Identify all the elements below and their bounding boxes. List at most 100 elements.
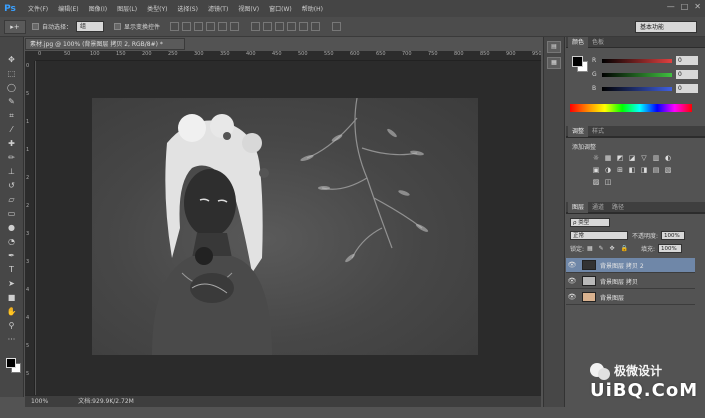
menu-window[interactable]: 窗口(W): [264, 4, 297, 13]
adjustment-icon[interactable]: ◩: [616, 154, 624, 162]
zoom-level[interactable]: 100%: [31, 396, 48, 407]
foreground-color-swatch[interactable]: [6, 358, 16, 368]
canvas-image[interactable]: [92, 98, 478, 355]
auto-select-checkbox[interactable]: [32, 23, 39, 30]
marquee-tool-icon[interactable]: ⬚: [5, 68, 19, 79]
auto-select-dropdown[interactable]: 组: [76, 21, 105, 32]
adjustment-icon[interactable]: ◪: [628, 154, 636, 162]
healing-brush-tool-icon[interactable]: ✚: [5, 138, 19, 149]
layer-thumbnail[interactable]: [582, 292, 596, 302]
close-button[interactable]: ✕: [694, 2, 701, 11]
align-vcenter-icon[interactable]: [182, 22, 192, 31]
eyedropper-tool-icon[interactable]: ⁄: [5, 124, 19, 135]
ruler-vertical[interactable]: 0 5 1 1 2 2 3 3 4 4 5 5: [25, 61, 35, 395]
align-hcenter-icon[interactable]: [218, 22, 228, 31]
move-tool-icon[interactable]: ✥: [5, 54, 19, 65]
tab-layers[interactable]: 图层: [568, 201, 589, 213]
adjustment-icon[interactable]: ▨: [592, 178, 600, 186]
path-selection-tool-icon[interactable]: ➤: [5, 278, 19, 289]
layer-filter-dropdown[interactable]: ρ 类型: [570, 218, 610, 227]
fill-field[interactable]: 100%: [657, 244, 682, 253]
eye-icon[interactable]: 👁: [566, 261, 578, 269]
align-left-icon[interactable]: [206, 22, 216, 31]
show-transform-checkbox[interactable]: [114, 23, 122, 30]
layer-name[interactable]: 背景图层 拷贝 2: [600, 261, 644, 270]
menu-filter[interactable]: 滤镜(T): [203, 4, 233, 13]
distribute-vcenter-icon[interactable]: [263, 22, 273, 31]
properties-panel-icon[interactable]: ▦: [547, 57, 561, 69]
menu-type[interactable]: 类型(Y): [142, 4, 172, 13]
red-slider[interactable]: [602, 58, 672, 63]
move-tool-preset-icon[interactable]: ▸+: [4, 19, 26, 34]
minimize-button[interactable]: —: [667, 2, 675, 11]
align-bottom-icon[interactable]: [194, 22, 204, 31]
menu-help[interactable]: 帮助(H): [297, 4, 328, 13]
adjustment-icon[interactable]: ◧: [628, 166, 636, 174]
adjustment-icon[interactable]: ▥: [652, 154, 660, 162]
adjustment-icon[interactable]: ◨: [640, 166, 648, 174]
distribute-right-icon[interactable]: [311, 22, 321, 31]
adjustment-icon[interactable]: ▦: [604, 154, 612, 162]
adjustment-icon[interactable]: ☼: [592, 154, 600, 162]
maximize-button[interactable]: □: [681, 2, 689, 11]
layer-row[interactable]: 👁 背景图层: [566, 290, 695, 305]
layer-name[interactable]: 背景图层: [600, 293, 624, 302]
workspace-switcher[interactable]: 基本功能: [635, 21, 697, 33]
menu-file[interactable]: 文件(F): [23, 4, 53, 13]
adjustment-icon[interactable]: ▣: [592, 166, 600, 174]
quick-select-tool-icon[interactable]: ✎: [5, 96, 19, 107]
adjustment-icon[interactable]: ▧: [664, 166, 672, 174]
blur-tool-icon[interactable]: ●: [5, 222, 19, 233]
adjustment-icon[interactable]: ⊞: [616, 166, 624, 174]
gradient-tool-icon[interactable]: ▭: [5, 208, 19, 219]
panel-foreground-swatch[interactable]: [572, 56, 583, 67]
align-right-icon[interactable]: [230, 22, 240, 31]
layer-name[interactable]: 背景图层 拷贝: [600, 277, 638, 286]
dodge-tool-icon[interactable]: ◔: [5, 236, 19, 247]
crop-tool-icon[interactable]: ⌗: [5, 110, 19, 121]
history-panel-icon[interactable]: ▤: [547, 41, 561, 53]
edit-toolbar-icon[interactable]: ···: [5, 334, 19, 345]
blue-value-field[interactable]: 0: [676, 84, 698, 93]
menu-edit[interactable]: 编辑(E): [53, 4, 83, 13]
tab-channels[interactable]: 通道: [588, 202, 608, 213]
layer-row[interactable]: 👁 背景图层 拷贝 2: [566, 258, 695, 273]
clone-stamp-tool-icon[interactable]: ⊥: [5, 166, 19, 177]
blue-slider[interactable]: [602, 86, 672, 91]
align-top-icon[interactable]: [170, 22, 180, 31]
tab-paths[interactable]: 路径: [608, 202, 628, 213]
blend-mode-dropdown[interactable]: 正常: [570, 231, 628, 240]
tab-styles[interactable]: 样式: [588, 126, 608, 137]
history-brush-tool-icon[interactable]: ↺: [5, 180, 19, 191]
distribute-bottom-icon[interactable]: [275, 22, 285, 31]
document-info[interactable]: 文档:929.9K/2.72M: [78, 396, 134, 407]
distribute-top-icon[interactable]: [251, 22, 261, 31]
opacity-field[interactable]: 100%: [661, 231, 686, 240]
tab-adjustments[interactable]: 调整: [568, 125, 589, 137]
pen-tool-icon[interactable]: ✒: [5, 250, 19, 261]
menu-select[interactable]: 选择(S): [172, 4, 203, 13]
adjustment-icon[interactable]: ▽: [640, 154, 648, 162]
hand-tool-icon[interactable]: ✋: [5, 306, 19, 317]
shape-tool-icon[interactable]: ■: [5, 292, 19, 303]
lasso-tool-icon[interactable]: ◯: [5, 82, 19, 93]
menu-image[interactable]: 图像(I): [84, 4, 112, 13]
layer-thumbnail[interactable]: [582, 260, 596, 270]
layer-thumbnail[interactable]: [582, 276, 596, 286]
eraser-tool-icon[interactable]: ▱: [5, 194, 19, 205]
tab-swatches[interactable]: 色板: [588, 37, 608, 48]
menu-view[interactable]: 视图(V): [233, 4, 264, 13]
auto-align-layers-icon[interactable]: [332, 22, 342, 31]
adjustment-icon[interactable]: ▤: [652, 166, 660, 174]
menu-layer[interactable]: 图层(L): [112, 4, 142, 13]
zoom-tool-icon[interactable]: ⚲: [5, 320, 19, 331]
type-tool-icon[interactable]: T: [5, 264, 19, 275]
tab-color[interactable]: 颜色: [568, 36, 589, 48]
adjustment-icon[interactable]: ◑: [604, 166, 612, 174]
eye-icon[interactable]: 👁: [566, 293, 578, 301]
distribute-hcenter-icon[interactable]: [299, 22, 309, 31]
brush-tool-icon[interactable]: ✏: [5, 152, 19, 163]
green-slider[interactable]: [602, 72, 672, 77]
document-tab[interactable]: 素材.jpg @ 100% (背景图层 拷贝 2, RGB/8#) *: [25, 38, 185, 50]
eye-icon[interactable]: 👁: [566, 277, 578, 285]
